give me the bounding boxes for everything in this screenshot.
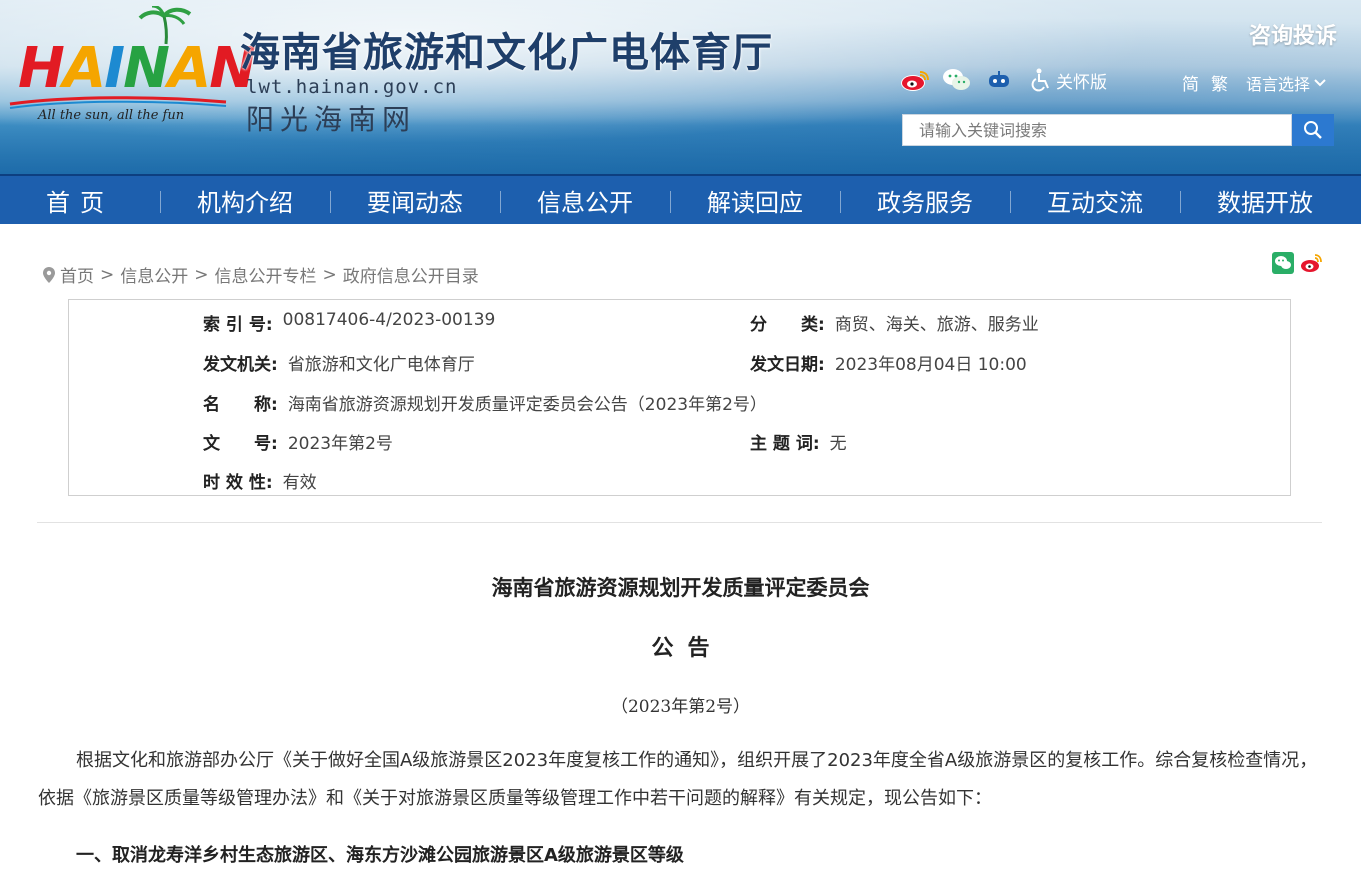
- nav-about[interactable]: 机构介绍: [160, 183, 330, 218]
- meta-index-label: 索 引 号:: [203, 315, 273, 335]
- meta-date: 发文日期: 2023年08月04日 10:00: [750, 350, 1027, 375]
- meta-category: 分 类: 商贸、海关、旅游、服务业: [750, 310, 1039, 335]
- meta-subject-label: 主 题 词:: [750, 434, 820, 454]
- location-pin-icon: [43, 266, 55, 283]
- nav-news[interactable]: 要闻动态: [330, 183, 500, 218]
- article-number: （2023年第2号）: [610, 697, 751, 717]
- chevron-down-icon: [1314, 78, 1326, 86]
- hainan-logo[interactable]: HAINAN All the sun, all the fun: [8, 6, 256, 136]
- main-nav: 首页 机构介绍 要闻动态 信息公开 解读回应 政务服务 互动交流 数据开放: [0, 174, 1361, 224]
- meta-issuer: 发文机关: 省旅游和文化广电体育厅: [203, 350, 475, 375]
- breadcrumb-catalog[interactable]: 政府信息公开目录: [343, 262, 479, 287]
- breadcrumb-info-column[interactable]: 信息公开专栏: [215, 262, 317, 287]
- meta-subject: 主 题 词: 无: [750, 429, 847, 454]
- breadcrumb-separator: >: [100, 264, 115, 285]
- lang-traditional[interactable]: 繁: [1211, 70, 1228, 95]
- accessibility-icon: [1031, 68, 1049, 92]
- nav-home[interactable]: 首页: [0, 183, 160, 218]
- site-subtitle: 阳光海南网: [246, 103, 417, 136]
- meta-doc-no: 文 号: 2023年第2号: [203, 429, 393, 454]
- breadcrumb-separator: >: [194, 264, 209, 285]
- nav-info-disclosure[interactable]: 信息公开: [500, 183, 670, 218]
- meta-category-value: 商贸、海关、旅游、服务业: [834, 315, 1039, 335]
- article-title: 海南省旅游资源规划开发质量评定委员会: [491, 576, 870, 600]
- care-mode-toggle[interactable]: 关怀版: [1030, 68, 1107, 93]
- site-title: 海南省旅游和文化广电体育厅: [240, 29, 773, 76]
- meta-index: 索 引 号: 00817406-4/2023-00139: [203, 310, 495, 335]
- meta-date-label: 发文日期:: [750, 355, 825, 375]
- complaint-link[interactable]: 咨询投诉: [1249, 18, 1337, 50]
- meta-subject-value: 无: [829, 434, 847, 454]
- content-divider: [37, 522, 1322, 523]
- meta-date-value: 2023年08月04日 10:00: [834, 355, 1027, 375]
- wechat-icon[interactable]: [942, 65, 972, 95]
- meta-validity-label: 时 效 性:: [203, 473, 273, 493]
- meta-validity: 时 效 性: 有效: [203, 468, 317, 493]
- robot-icon[interactable]: [984, 65, 1014, 95]
- share-weibo-icon[interactable]: [1300, 252, 1322, 274]
- meta-category-label: 分 类:: [750, 315, 825, 335]
- nav-services[interactable]: 政务服务: [840, 183, 1010, 218]
- meta-index-value: 00817406-4/2023-00139: [282, 310, 496, 330]
- lang-select[interactable]: 语言选择: [1246, 71, 1310, 95]
- search-bar: [902, 114, 1336, 146]
- breadcrumb-info-disclosure[interactable]: 信息公开: [120, 262, 188, 287]
- site-header: HAINAN All the sun, all the fun 海南省旅游和文化…: [0, 0, 1361, 174]
- header-toolbar: 关怀版: [900, 62, 1107, 98]
- document-metadata: 索 引 号: 00817406-4/2023-00139 分 类: 商贸、海关、…: [68, 299, 1291, 496]
- search-button[interactable]: [1292, 114, 1334, 146]
- nav-interpretation[interactable]: 解读回应: [670, 183, 840, 218]
- article-paragraph: 根据文化和旅游部办公厅《关于做好全国A级旅游景区2023年度复核工作的通知》，组…: [38, 750, 1318, 809]
- meta-name-label: 名 称:: [203, 395, 278, 415]
- meta-doc-no-label: 文 号:: [203, 434, 278, 454]
- logo-slogan: All the sun, all the fun: [38, 108, 185, 123]
- nav-interaction[interactable]: 互动交流: [1010, 183, 1180, 218]
- search-icon: [1304, 121, 1322, 139]
- breadcrumb-home[interactable]: 首页: [60, 262, 94, 287]
- care-mode-label: 关怀版: [1056, 72, 1107, 93]
- meta-validity-value: 有效: [282, 473, 317, 493]
- language-switcher: 简 繁 语言选择: [1182, 70, 1326, 95]
- meta-issuer-label: 发文机关:: [203, 355, 278, 375]
- meta-name-value: 海南省旅游资源规划开发质量评定委员会公告（2023年第2号）: [287, 395, 767, 415]
- search-input[interactable]: [902, 114, 1292, 146]
- meta-name: 名 称: 海南省旅游资源规划开发质量评定委员会公告（2023年第2号）: [203, 390, 767, 415]
- breadcrumb-separator: >: [322, 264, 337, 285]
- logo-wordmark: HAINAN: [18, 36, 256, 101]
- share-buttons: [1266, 252, 1322, 274]
- breadcrumb: 首页 > 信息公开 > 信息公开专栏 > 政府信息公开目录: [42, 262, 479, 287]
- meta-issuer-value: 省旅游和文化广电体育厅: [287, 355, 475, 375]
- weibo-icon[interactable]: [900, 65, 930, 95]
- article-section-heading: 一、取消龙寿洋乡村生态旅游区、海东方沙滩公园旅游景区A级旅游景区等级: [76, 845, 684, 866]
- article-subtitle: 公告: [651, 636, 724, 661]
- meta-doc-no-value: 2023年第2号: [287, 434, 393, 454]
- share-wechat-icon[interactable]: [1272, 252, 1294, 274]
- nav-open-data[interactable]: 数据开放: [1180, 183, 1350, 218]
- site-domain: lwt.hainan.gov.cn: [246, 76, 458, 98]
- lang-simplified[interactable]: 简: [1182, 70, 1199, 95]
